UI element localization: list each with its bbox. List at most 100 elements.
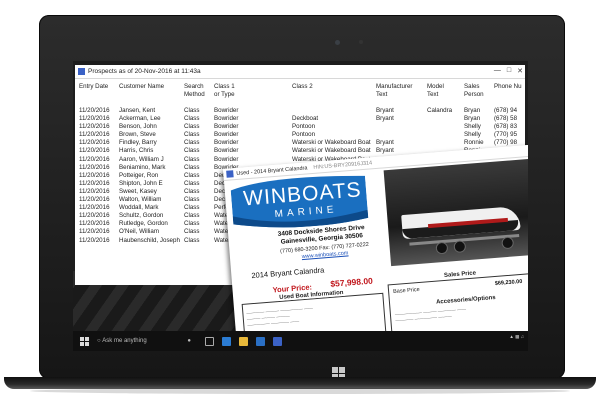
cell-search-method: Class [184,139,200,147]
app-icon [78,68,85,75]
cell-class-2: Waterski or Wakeboard Boat [292,139,371,147]
cell-model: Calandra [427,107,453,114]
table-row[interactable]: 11/20/2016 Jansen, Kent Class Bowrider Bryan… [79,107,525,115]
store-icon[interactable] [256,336,265,346]
cell-search-method: Class [184,236,200,244]
header-customer-name[interactable]: Customer Name [119,83,164,91]
cell-customer-name: Brown, Steve [119,131,156,139]
cell-entry-date: 11/20/2016 [79,163,110,171]
boat-photo [383,158,528,267]
table-row[interactable]: 11/20/2016 Findley, Barry Class Bowrider Wat… [79,139,525,147]
cell-customer-name: Harris, Chris [119,147,154,155]
search-box[interactable]: ○ Ask me anything ● [97,335,197,347]
cell-manufacturer: Bryant [376,139,394,147]
cell-class-1: Bowrider [214,139,239,147]
table-header: Entry Date Customer Name Search Method Class… [79,83,525,107]
cell-sales-person: Shelly [464,131,481,139]
table-row[interactable]: 11/20/2016 Brown, Steve Class Bowrider Ponto… [79,131,525,139]
cell-entry-date: 11/20/2016 [79,196,110,204]
cell-class-1: Bowrider [214,123,239,131]
file-explorer-icon[interactable] [239,336,248,346]
cell-entry-date: 11/20/2016 [79,228,110,236]
close-icon[interactable]: ✕ [517,67,523,75]
cell-manufacturer: Bryant [376,107,394,114]
minimize-icon[interactable]: — [494,67,501,75]
header-model[interactable]: Model [427,83,444,91]
cell-sales-person: Bryan [464,115,481,123]
system-tray[interactable]: ▲ ▩ ♫ [509,334,524,340]
cell-entry-date: 11/20/2016 [79,236,110,244]
cell-entry-date: 11/20/2016 [79,179,110,187]
start-button[interactable] [80,336,89,346]
cell-phone: (678) 94 [494,107,518,114]
cell-entry-date: 11/20/2016 [79,115,110,123]
taskbar: ○ Ask me anything ● ▲ ▩ ♫ [73,331,528,351]
cell-sales-person: Shelly [464,123,481,131]
cell-class-1: Bowrider [214,131,239,139]
cell-search-method: Class [184,220,200,228]
task-view-icon[interactable] [205,336,214,346]
header-class-1[interactable]: or Type [214,91,235,99]
cell-customer-name: Shipton, John E [119,179,163,187]
search-placeholder: Ask me anything [102,338,147,344]
cell-class-2: Pontoon [292,123,316,131]
cell-customer-name: Walton, William [119,196,162,204]
cell-entry-date: 11/20/2016 [79,107,110,114]
cell-entry-date: 11/20/2016 [79,131,110,139]
header-model[interactable]: Text [427,91,438,99]
cell-entry-date: 11/20/2016 [79,187,110,195]
cell-entry-date: 11/20/2016 [79,171,110,179]
cell-class-2: Waterski or Wakeboard Boat [292,147,371,155]
edge-browser-icon[interactable] [222,336,231,346]
cell-search-method: Class [184,123,200,131]
header-phone[interactable]: Phone Nu [494,83,522,91]
search-icon: ○ [97,338,101,344]
cell-class-1: Bowrider [214,155,239,163]
cell-entry-date: 11/20/2016 [79,204,110,212]
cell-customer-name: Jansen, Kent [119,107,156,114]
header-search-method[interactable]: Search [184,83,204,91]
cell-class-1: Bowrider [214,107,239,114]
used-boat-window[interactable]: Used - 2014 Bryant Calandra HIN:US-BRY20… [223,144,528,351]
cell-customer-name: Findley, Barry [119,139,157,147]
header-sales-person[interactable]: Sales [464,83,479,91]
cell-manufacturer: Bryant [376,147,394,155]
cell-search-method: Class [184,212,200,220]
cell-customer-name: Aaron, William J [119,155,164,163]
cell-entry-date: 11/20/2016 [79,123,110,131]
microphone-icon[interactable]: ● [187,338,191,344]
header-manufacturer[interactable]: Text [376,91,387,99]
cell-search-method: Class [184,204,200,212]
cell-search-method: Class [184,107,200,114]
cell-customer-name: Benson, John [119,123,157,131]
maximize-icon[interactable]: □ [507,67,511,75]
cell-manufacturer: Bryant [376,115,394,123]
header-search-method[interactable]: Method [184,91,205,99]
cell-customer-name: Ackerman, Lee [119,115,161,123]
cell-customer-name: Beniamino, Mark [119,163,166,171]
cell-entry-date: 11/20/2016 [79,212,110,220]
cell-search-method: Class [184,228,200,236]
cell-customer-name: Haubenschild, Joseph [119,236,180,244]
table-row[interactable]: 11/20/2016 Ackerman, Lee Class Bowrider Deck… [79,115,525,123]
header-class-1[interactable]: Class 1 [214,83,235,91]
cell-search-method: Class [184,187,200,195]
header-entry-date[interactable]: Entry Date [79,83,108,91]
app-taskbar-icon[interactable] [273,336,282,346]
prospects-titlebar[interactable]: Prospects as of 20-Nov-2016 at 11:43a — … [75,65,525,79]
cell-entry-date: 11/20/2016 [79,147,110,155]
header-class-2[interactable]: Class 2 [292,83,313,91]
winboats-logo: WINBOATS MARINE [230,172,369,232]
cell-class-2: Pontoon [292,131,316,139]
cell-search-method: Class [184,171,200,179]
header-manufacturer[interactable]: Manufacturer [376,83,412,91]
cell-customer-name: Potteiger, Ron [119,171,159,179]
boat-title: Used - 2014 Bryant Calandra [236,164,308,177]
cell-search-method: Class [184,147,200,155]
header-sales-person[interactable]: Person [464,91,484,99]
cell-class-2: Deckboat [292,115,319,123]
app-icon [226,170,234,178]
camera-lens [335,40,340,45]
table-row[interactable]: 11/20/2016 Benson, John Class Bowrider Ponto… [79,123,525,131]
hin-label: HIN:US-BRY20916J314 [313,159,373,171]
